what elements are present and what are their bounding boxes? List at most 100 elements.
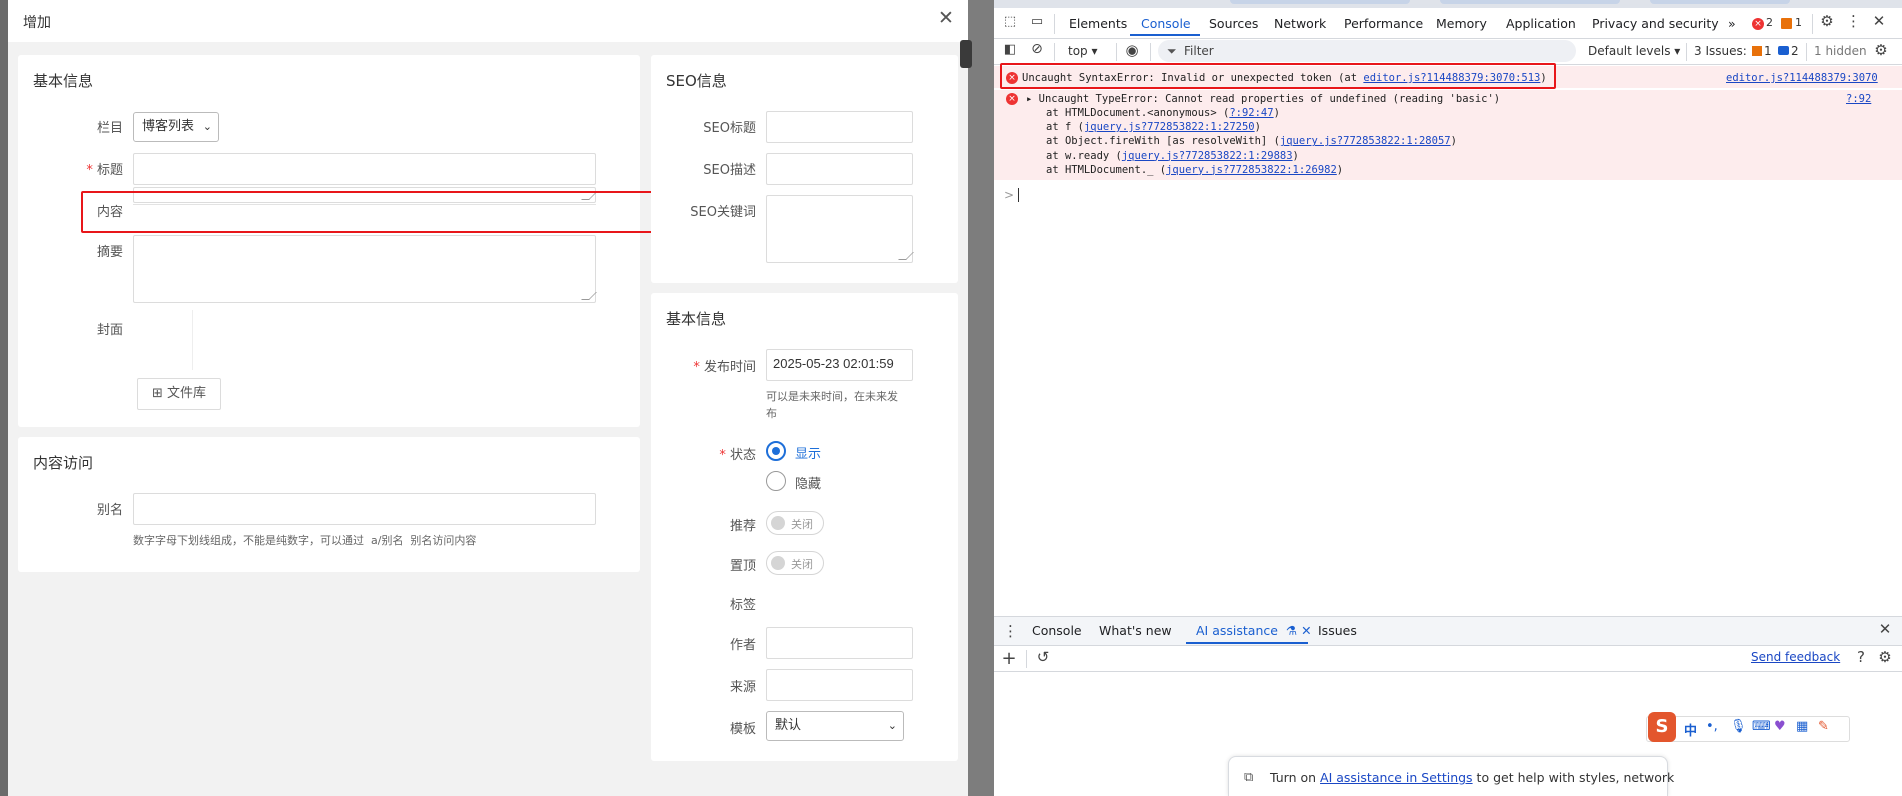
sidebar-toggle-icon[interactable]: ◧	[1001, 42, 1019, 57]
tab-elements[interactable]: Elements	[1069, 16, 1127, 31]
close-devtools-icon[interactable]: ✕	[1870, 12, 1888, 30]
stack-frame[interactable]: at w.ready (jquery.js?772853822:1:29883)	[1046, 150, 1299, 162]
seo-title-label: SEO标题	[703, 121, 756, 136]
send-feedback-link[interactable]: Send feedback	[1751, 650, 1840, 664]
stack-frame[interactable]: at f (jquery.js?772853822:1:27250)	[1046, 121, 1261, 133]
file-library-button[interactable]: ⊞ 文件库	[137, 378, 221, 410]
ai-settings-link[interactable]: AI assistance in Settings	[1320, 770, 1473, 785]
issue-warning-icon	[1752, 46, 1762, 56]
status-hide-label[interactable]: 隐藏	[795, 473, 821, 492]
drawer-tab-what-s-new[interactable]: What's new	[1099, 623, 1172, 638]
tab-memory[interactable]: Memory	[1436, 16, 1487, 31]
new-chat-plus-icon[interactable]: +	[999, 648, 1019, 669]
close-drawer-icon[interactable]: ✕	[1876, 620, 1894, 638]
close-tab-icon[interactable]: ⚗ ✕	[1278, 623, 1312, 638]
toolbar-separator-2	[1812, 14, 1813, 34]
console-prompt: >	[1004, 188, 1015, 202]
error-message[interactable]: ▸ Uncaught TypeError: Cannot read proper…	[1026, 93, 1500, 105]
alias-input[interactable]	[133, 493, 596, 525]
more-options-icon[interactable]: ⋮	[1846, 12, 1861, 30]
drawer-tab-console[interactable]: Console	[1032, 623, 1082, 638]
error-source-link[interactable]: editor.js?114488379:3070	[1726, 72, 1878, 84]
console-separator	[1054, 43, 1055, 61]
tab-hint-3	[1650, 0, 1790, 4]
top-label: 置顶	[729, 559, 756, 574]
clear-console-icon[interactable]: ⊘	[1028, 41, 1046, 57]
status-show-label[interactable]: 显示	[795, 443, 821, 462]
stack-frame[interactable]: at Object.fireWith [as resolveWith] (jqu…	[1046, 135, 1457, 147]
publish-time-label: * 发布时间	[693, 360, 756, 375]
content-access-title: 内容访问	[33, 454, 94, 472]
context-selector[interactable]: top ▾	[1068, 44, 1098, 58]
ime-punctuation-icon[interactable]: •,	[1706, 719, 1718, 734]
cover-label: 封面	[96, 323, 123, 338]
chevron-down-icon: ⌄	[202, 120, 212, 133]
console-settings-gear-icon[interactable]: ⚙	[1872, 41, 1890, 59]
settings-gear-icon[interactable]: ⚙	[1818, 12, 1836, 30]
error-highlight-box	[1000, 63, 1556, 89]
tab-application[interactable]: Application	[1506, 16, 1576, 31]
error-count[interactable]: 2	[1766, 16, 1773, 29]
tab-hint	[1230, 0, 1410, 4]
tab-network[interactable]: Network	[1274, 16, 1326, 31]
console-separator-4	[1686, 43, 1687, 61]
close-icon[interactable]: ✕	[936, 8, 956, 28]
issues-label[interactable]: 3 Issues:	[1694, 44, 1747, 58]
stack-frame[interactable]: at HTMLDocument._ (jquery.js?772853822:1…	[1046, 164, 1343, 176]
inspect-element-icon[interactable]: ⬚	[1001, 14, 1019, 29]
status-show-radio[interactable]	[766, 441, 786, 461]
live-expression-eye-icon[interactable]: ◉	[1122, 41, 1142, 59]
warning-badge-icon	[1781, 18, 1792, 29]
tab-privacy-and-security[interactable]: Privacy and security	[1592, 16, 1719, 31]
publish-time-input[interactable]: 2025-05-23 02:01:59	[766, 349, 913, 381]
ime-keyboard-icon[interactable]: ⌨	[1752, 719, 1771, 734]
issue-info-icon	[1778, 46, 1789, 55]
filter-input[interactable]	[1158, 40, 1576, 62]
tab-console[interactable]: Console	[1141, 16, 1191, 31]
author-input[interactable]	[766, 627, 913, 659]
chevron-down-icon: ⌄	[887, 719, 897, 732]
tab-hint-2	[1440, 0, 1620, 4]
ime-tools-icon[interactable]: ✎	[1818, 719, 1829, 734]
issues-warning-count[interactable]: 1	[1764, 44, 1772, 58]
tab-performance[interactable]: Performance	[1344, 16, 1423, 31]
ime-microphone-icon[interactable]: 🎙	[1730, 719, 1747, 734]
publish-info-title: 基本信息	[666, 310, 727, 328]
title-input[interactable]	[133, 153, 596, 185]
issues-info-count[interactable]: 2	[1791, 44, 1799, 58]
column-select[interactable]: 博客列表 ⌄	[133, 112, 219, 142]
template-select[interactable]: 默认 ⌄	[766, 711, 904, 741]
tab-sources[interactable]: Sources	[1209, 16, 1258, 31]
device-toolbar-icon[interactable]: ▭	[1028, 14, 1046, 29]
stack-frame[interactable]: at HTMLDocument.<anonymous> (?:92:47)	[1046, 107, 1280, 119]
more-tabs-button[interactable]: »	[1728, 16, 1736, 31]
column-label: 栏目	[96, 121, 123, 136]
cover-preview[interactable]	[133, 310, 193, 370]
seo-keywords-textarea[interactable]	[766, 195, 914, 263]
seo-desc-input[interactable]	[766, 153, 913, 185]
warning-count[interactable]: 1	[1795, 16, 1802, 29]
status-hide-radio[interactable]	[766, 471, 786, 491]
drawer-tab-ai-assistance[interactable]: AI assistance ⚗ ✕	[1196, 623, 1312, 638]
history-icon[interactable]: ↺	[1033, 648, 1053, 666]
summary-textarea[interactable]	[133, 235, 597, 303]
top-switch[interactable]: 关闭	[766, 551, 824, 575]
drawer-tab-issues[interactable]: Issues	[1318, 623, 1357, 638]
ime-language[interactable]: 中	[1684, 720, 1697, 739]
prompt-caret[interactable]	[1018, 188, 1019, 202]
help-icon[interactable]: ?	[1852, 648, 1870, 666]
publish-hint-line2: 布	[766, 407, 777, 420]
drawer-settings-gear-icon[interactable]: ⚙	[1876, 648, 1894, 666]
recommend-switch[interactable]: 关闭	[766, 511, 824, 535]
ime-skin-icon[interactable]: ♥	[1774, 719, 1786, 734]
recommend-label: 推荐	[729, 519, 756, 534]
source-input[interactable]	[766, 669, 913, 701]
source-label: 来源	[729, 680, 756, 695]
ime-apps-icon[interactable]: ▦	[1796, 719, 1808, 734]
error-badge-icon: ×	[1752, 18, 1764, 30]
log-levels-dropdown[interactable]: Default levels ▾	[1588, 44, 1680, 58]
error-source-link[interactable]: ?:92	[1846, 93, 1871, 105]
hidden-count: 1 hidden	[1814, 44, 1867, 58]
drawer-menu-icon[interactable]: ⋮	[1003, 622, 1018, 640]
seo-title-input[interactable]	[766, 111, 913, 143]
